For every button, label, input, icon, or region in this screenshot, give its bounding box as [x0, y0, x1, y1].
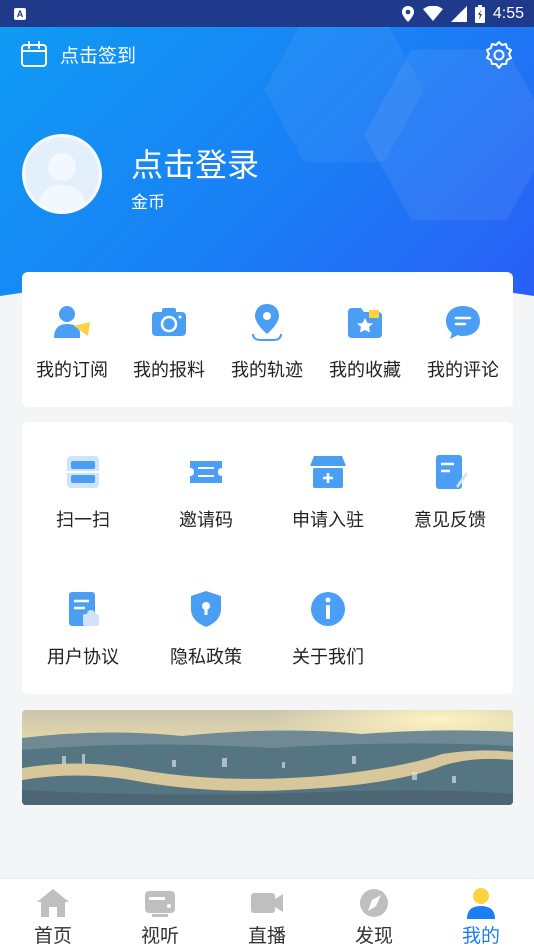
- tool-label: 扫一扫: [56, 510, 110, 531]
- nav-discover[interactable]: 发现: [334, 887, 414, 948]
- location-icon: [252, 304, 282, 341]
- store-icon: [310, 456, 346, 488]
- menu-label: 我的轨迹: [231, 360, 303, 381]
- tool-label: 意见反馈: [414, 510, 486, 531]
- ticket-icon: [190, 461, 222, 483]
- video-icon: [251, 893, 283, 913]
- tool-label: 申请入驻: [292, 510, 364, 531]
- coins-label: 金币: [131, 193, 165, 213]
- nav-label: 直播: [247, 925, 286, 947]
- menu-label: 我的评论: [427, 360, 499, 381]
- checkin-label: 点击签到: [60, 44, 137, 67]
- menu-item-report[interactable]: 我的报料: [129, 302, 209, 382]
- tool-item-scan[interactable]: 扫一扫: [43, 452, 123, 532]
- subscribe-icon: [54, 306, 90, 338]
- nav-live[interactable]: 直播: [227, 887, 307, 948]
- menu-label: 我的订阅: [36, 360, 108, 381]
- tool-label: 用户协议: [47, 647, 119, 668]
- shield-icon: [191, 591, 221, 627]
- status-bar: A 4:55: [0, 0, 534, 27]
- calendar-icon: [21, 41, 47, 67]
- comment-icon: [446, 306, 480, 339]
- city-landscape-image: [22, 710, 513, 805]
- tv-icon: [145, 891, 175, 917]
- menu-label: 我的收藏: [329, 360, 401, 381]
- checkin-button[interactable]: 点击签到: [20, 40, 136, 68]
- home-icon: [37, 889, 69, 917]
- nav-label: 首页: [33, 925, 72, 947]
- menu-item-favorites[interactable]: 我的收藏: [325, 302, 405, 382]
- city-banner-image[interactable]: [22, 710, 513, 805]
- tools-card: 扫一扫 邀请码 申请入驻 意见反馈 用户协议 隐私政策 关于我们: [22, 422, 513, 694]
- tool-item-privacy[interactable]: 隐私政策: [166, 589, 246, 669]
- signal-icon: [450, 5, 467, 22]
- tool-item-apply[interactable]: 申请入驻: [288, 452, 368, 532]
- tool-item-feedback[interactable]: 意见反馈: [410, 452, 490, 532]
- tool-label: 关于我们: [292, 647, 364, 668]
- nav-label: 我的: [461, 925, 500, 947]
- feedback-icon: [436, 455, 468, 489]
- info-icon: [311, 592, 345, 626]
- nav-home[interactable]: 首页: [13, 887, 93, 948]
- nav-mine[interactable]: 我的: [441, 887, 521, 948]
- camera-icon: [152, 308, 186, 336]
- login-link[interactable]: 点击登录: [131, 140, 259, 186]
- nav-label: 发现: [354, 925, 393, 947]
- tool-item-invite[interactable]: 邀请码: [166, 452, 246, 532]
- menu-label: 我的报料: [133, 360, 205, 381]
- notification-badge: A: [14, 7, 26, 20]
- tool-item-about[interactable]: 关于我们: [288, 589, 368, 669]
- location-status-icon: [401, 5, 414, 22]
- agreement-icon: [69, 592, 99, 626]
- wifi-icon: [422, 5, 443, 21]
- avatar[interactable]: [22, 134, 102, 214]
- clock: 4:55: [492, 4, 524, 22]
- tool-label: 隐私政策: [170, 647, 242, 668]
- menu-item-track[interactable]: 我的轨迹: [227, 302, 307, 382]
- compass-icon: [360, 889, 388, 917]
- battery-icon: [474, 4, 485, 23]
- user-icon: [467, 888, 495, 919]
- bottom-navigation: 首页 视听 直播 发现 我的: [0, 878, 534, 950]
- tool-label: 邀请码: [179, 510, 233, 531]
- quick-menu-card: 我的订阅 我的报料 我的轨迹 我的收藏 我的评论: [22, 272, 513, 407]
- menu-item-comments[interactable]: 我的评论: [423, 302, 503, 382]
- tool-item-agreement[interactable]: 用户协议: [43, 589, 123, 669]
- nav-label: 视听: [140, 925, 179, 947]
- settings-gear-icon[interactable]: [484, 40, 514, 70]
- menu-item-subscribe[interactable]: 我的订阅: [32, 302, 112, 382]
- favorite-icon: [348, 308, 382, 338]
- nav-media[interactable]: 视听: [120, 887, 200, 948]
- scan-icon: [67, 456, 99, 488]
